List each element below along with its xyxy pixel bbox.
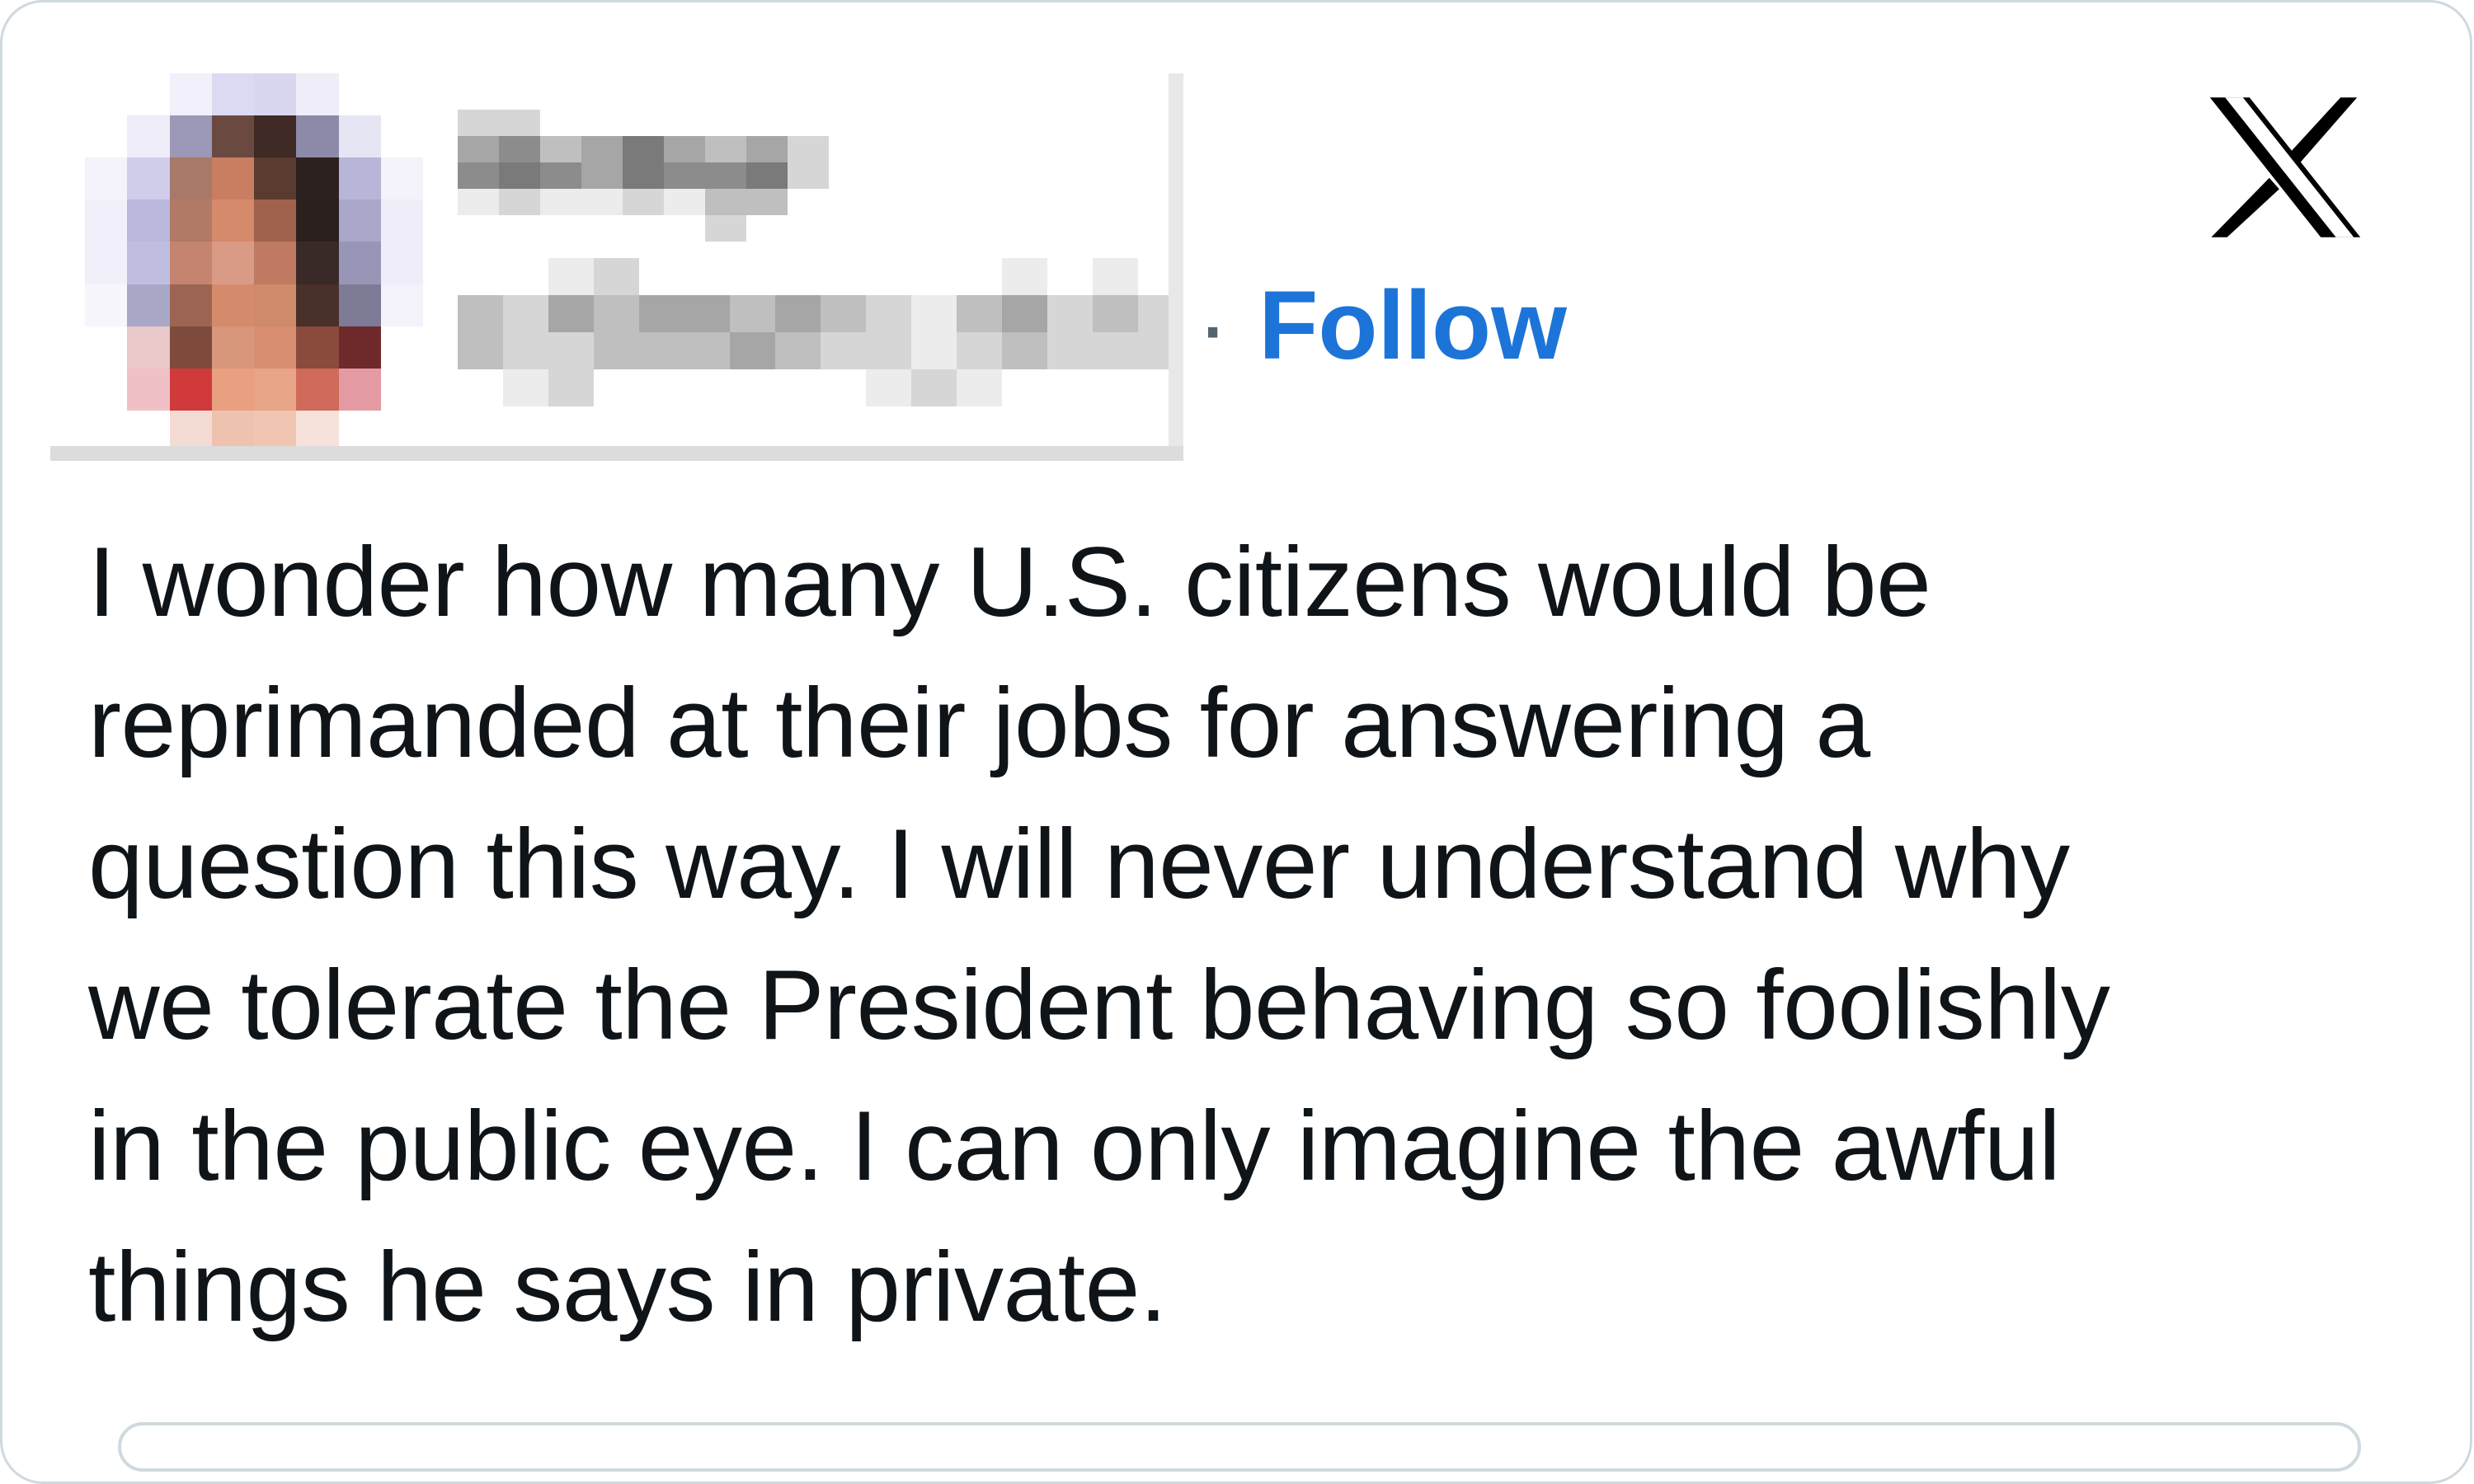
- redacted-username[interactable]: [458, 258, 1183, 406]
- next-section-border: [118, 1422, 2361, 1472]
- separator-dot: ·: [1197, 271, 1230, 380]
- follow-row: · Follow: [1197, 260, 1567, 392]
- follow-button[interactable]: Follow: [1258, 270, 1567, 382]
- avatar[interactable]: [85, 73, 423, 453]
- x-logo-icon[interactable]: [2206, 95, 2364, 240]
- post-card: · Follow I wonder how many U.S. citizens…: [0, 0, 2472, 1484]
- redacted-display-name[interactable]: [458, 110, 829, 242]
- post-text: I wonder how many U.S. citizens would be…: [88, 527, 2110, 1342]
- header-border-right: [1169, 73, 1183, 461]
- header-border-bottom: [50, 446, 1183, 461]
